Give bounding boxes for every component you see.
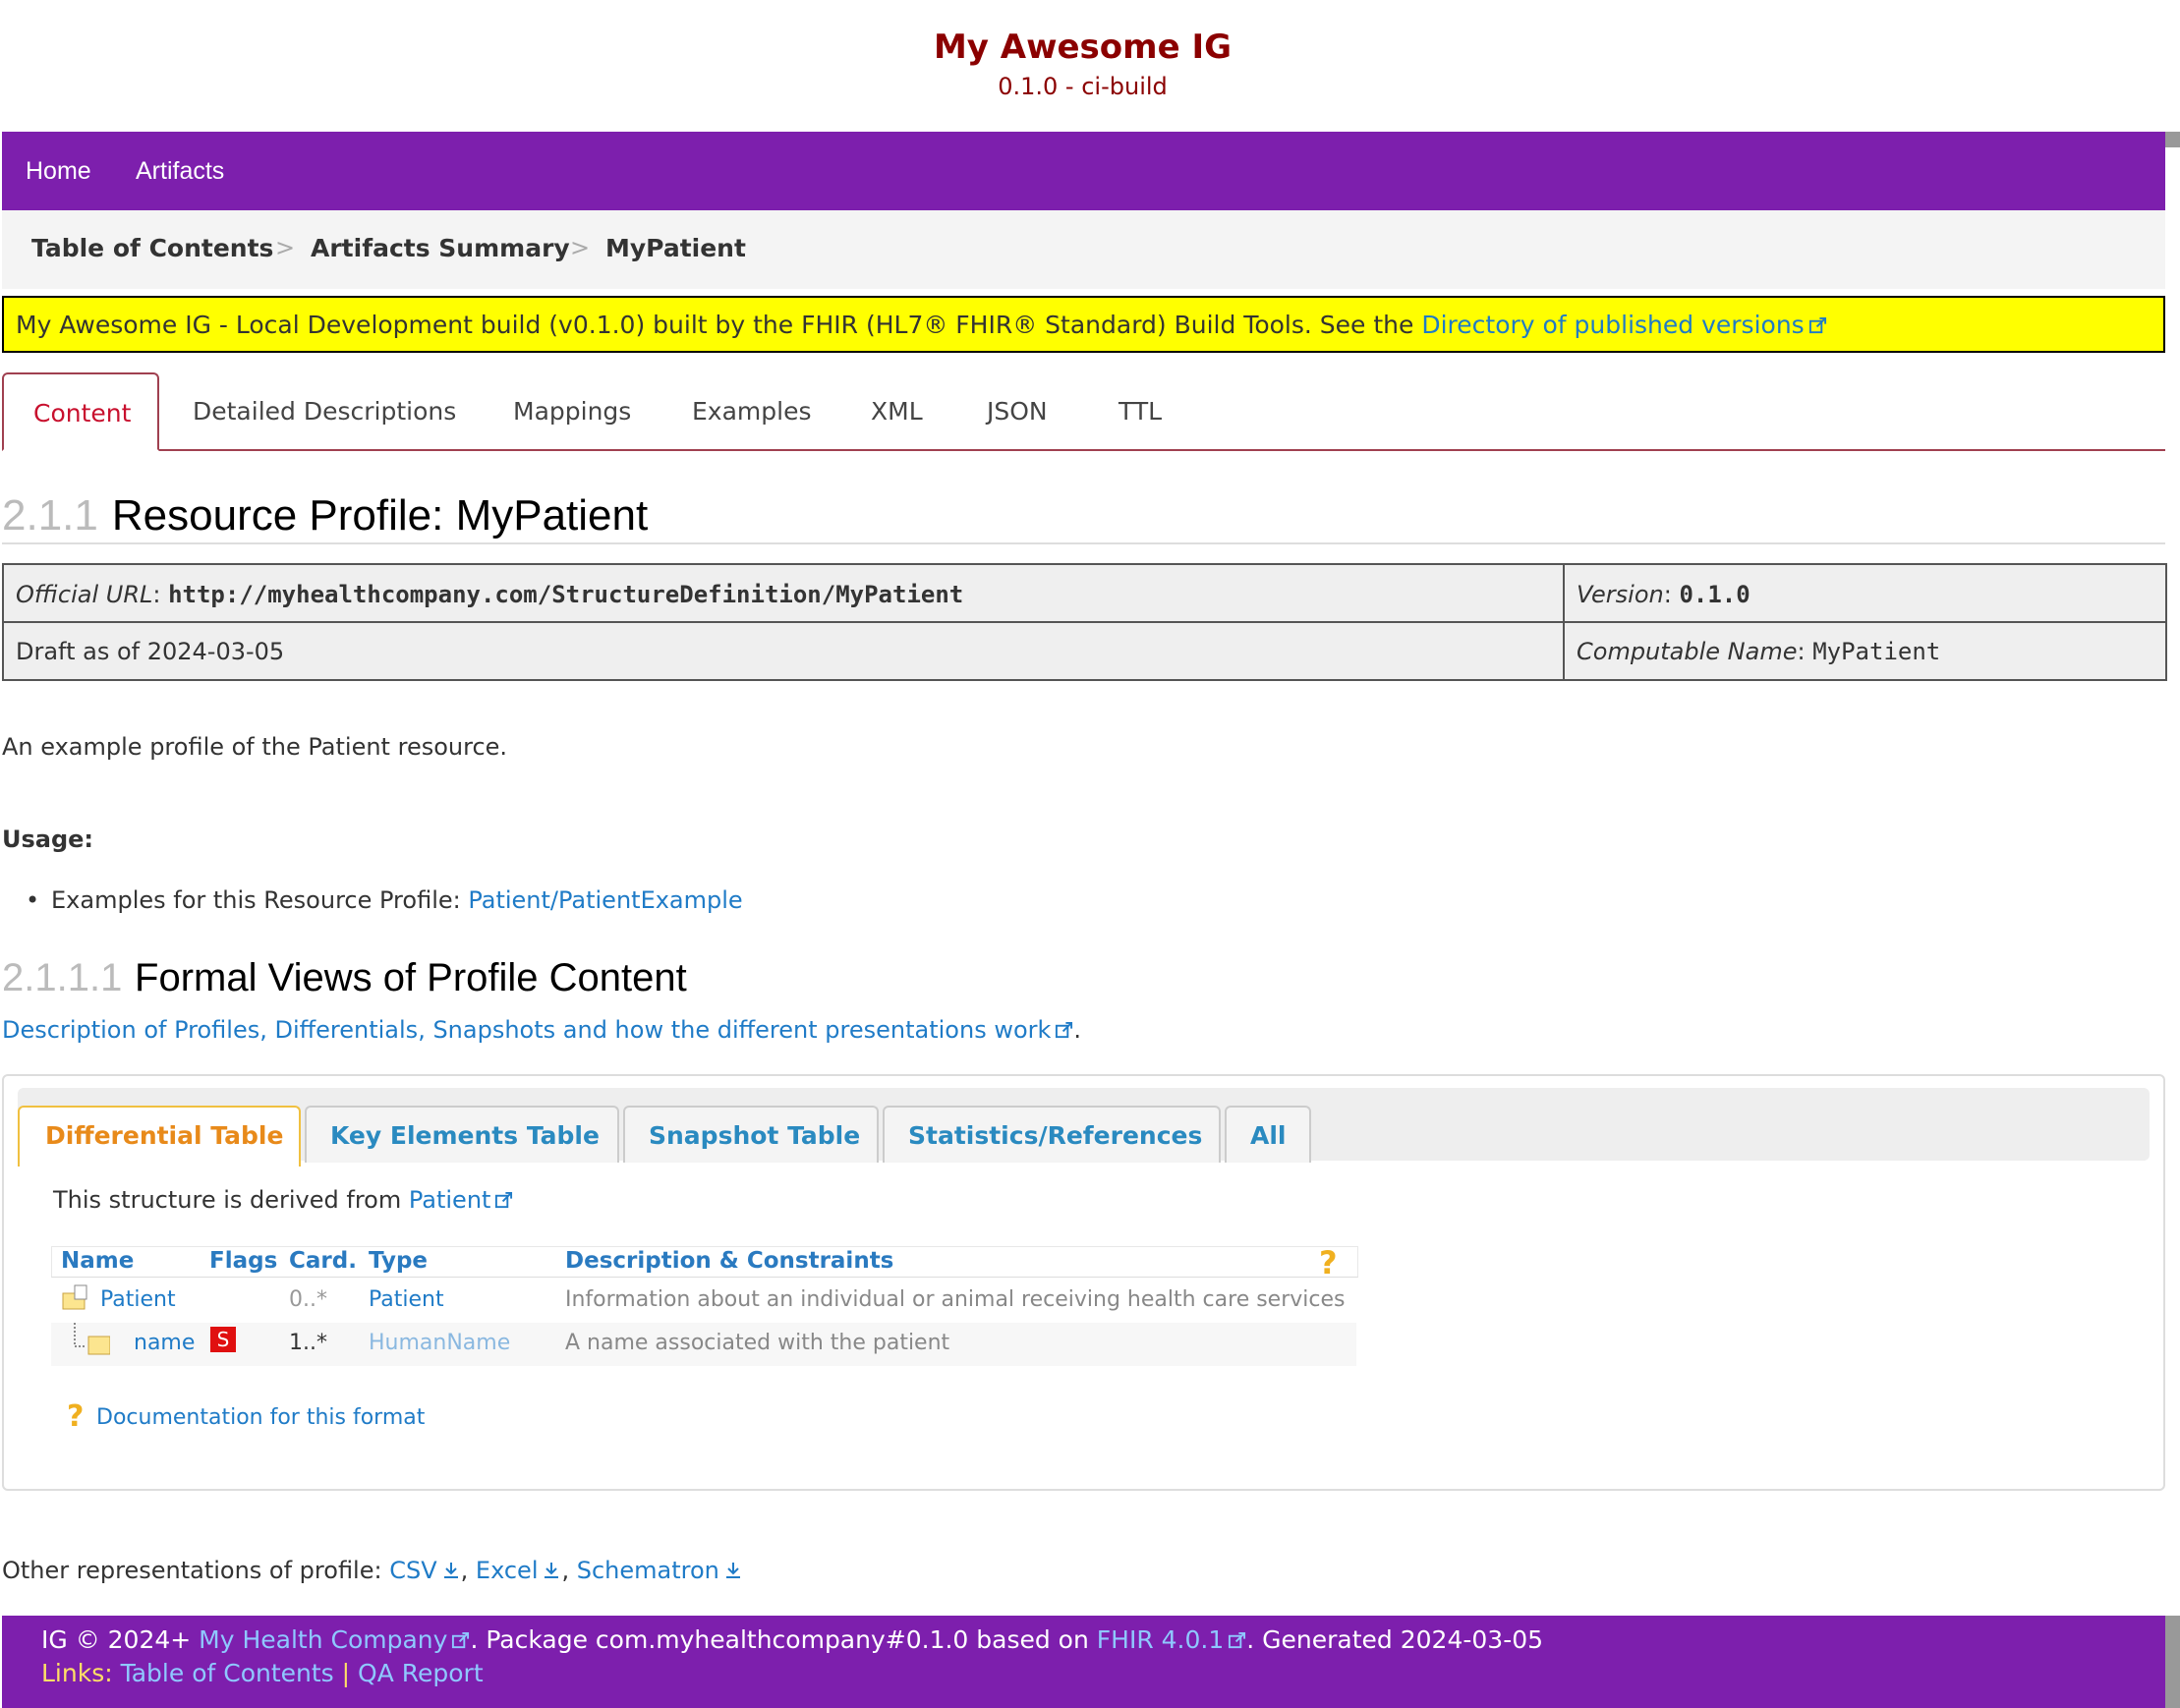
external-link-icon [452, 1631, 470, 1649]
col-description: Description & Constraints [565, 1248, 894, 1274]
formal-views-description: Description of Profiles, Differentials, … [2, 1016, 1082, 1044]
version-value: 0.1.0 [1679, 581, 1750, 608]
patient-example-link[interactable]: Patient/PatientExample [468, 886, 742, 914]
profile-metadata-table: Official URL: http://myhealthcompany.com… [2, 563, 2167, 681]
tab-json[interactable]: JSON [985, 372, 1063, 447]
download-icon [443, 1563, 458, 1578]
schematron-download-link[interactable]: Schematron [577, 1557, 719, 1584]
element-name-link[interactable]: name [134, 1331, 195, 1355]
content-tabs: Content Detailed Descriptions Mappings E… [2, 372, 2165, 451]
site-header: My Awesome IG 0.1.0 - ci-build [0, 0, 2165, 132]
scrollbar[interactable] [2165, 132, 2180, 147]
excel-download-link[interactable]: Excel [476, 1557, 539, 1584]
svg-text:?: ? [67, 1400, 84, 1430]
tab-detailed-descriptions[interactable]: Detailed Descriptions [191, 372, 476, 447]
tab-statistics-references[interactable]: Statistics/References [883, 1106, 1221, 1163]
help-icon: ? [1319, 1246, 1338, 1278]
company-link[interactable]: My Health Company [199, 1625, 447, 1654]
element-description: A name associated with the patient [565, 1331, 950, 1355]
format-documentation: ? Documentation for this format [65, 1400, 425, 1430]
must-support-flag: S [210, 1327, 236, 1352]
section-number: 2.1.1 [2, 491, 98, 540]
top-navbar: Home Artifacts [2, 132, 2165, 210]
nav-artifacts[interactable]: Artifacts [136, 157, 224, 186]
download-icon [725, 1563, 740, 1578]
tab-snapshot-table[interactable]: Snapshot Table [623, 1106, 879, 1163]
footer-toc-link[interactable]: Table of Contents [121, 1659, 334, 1687]
cardinality: 1..* [289, 1331, 327, 1355]
tree-connector-icon [74, 1323, 110, 1355]
official-url-cell: Official URL: http://myhealthcompany.com… [16, 581, 964, 608]
other-representations: Other representations of profile: CSV, E… [2, 1557, 743, 1584]
nav-home[interactable]: Home [26, 157, 91, 186]
footer-line1: IG © 2024+ My Health Company. Package co… [41, 1625, 1544, 1654]
footer-links: Links: Table of Contents | QA Report [41, 1659, 484, 1687]
breadcrumb-separator: > [570, 234, 591, 261]
table-row: name S 1..* HumanName A name associated … [51, 1323, 1356, 1366]
formal-views-tabs: Differential Table Key Elements Table Sn… [18, 1088, 2150, 1167]
svg-text:?: ? [1319, 1246, 1338, 1278]
computable-name-cell: Computable Name: MyPatient [1577, 638, 1941, 665]
profiles-description-link[interactable]: Description of Profiles, Differentials, … [2, 1016, 1051, 1044]
col-type: Type [369, 1248, 429, 1274]
external-link-icon [495, 1191, 513, 1209]
format-documentation-link[interactable]: Documentation for this format [96, 1405, 425, 1430]
type-humanname[interactable]: HumanName [369, 1331, 510, 1355]
resource-folder-icon [62, 1284, 87, 1310]
computable-name: MyPatient [1812, 638, 1941, 665]
banner-text: My Awesome IG - Local Development build … [16, 311, 1422, 339]
col-name: Name [61, 1248, 135, 1274]
base-patient-link[interactable]: Patient [409, 1186, 491, 1214]
status-cell: Draft as of 2024-03-05 [16, 638, 285, 665]
ig-title: My Awesome IG [933, 28, 1233, 67]
tab-differential-table[interactable]: Differential Table [18, 1106, 301, 1167]
breadcrumb: Table of Contents > Artifacts Summary > … [2, 210, 2165, 289]
fhir-version-link[interactable]: FHIR 4.0.1 [1097, 1625, 1224, 1654]
type-patient-link[interactable]: Patient [369, 1287, 444, 1312]
tab-mappings[interactable]: Mappings [511, 372, 639, 447]
page-title: Resource Profile: MyPatient [111, 491, 649, 540]
cardinality: 0..* [289, 1287, 327, 1312]
published-versions-link[interactable]: Directory of published versions [1421, 311, 1804, 339]
differential-table: Name Flags Card. Type Description & Cons… [51, 1246, 1358, 1370]
version-cell: Version: 0.1.0 [1577, 581, 1750, 608]
usage-list-item: • Examples for this Resource Profile: Pat… [26, 886, 743, 914]
tab-content[interactable]: Content [2, 372, 159, 451]
scrollbar[interactable] [2165, 1616, 2180, 1708]
download-icon [545, 1563, 559, 1578]
element-description: Information about an individual or anima… [565, 1287, 1346, 1312]
breadcrumb-artifacts-summary[interactable]: Artifacts Summary [311, 234, 570, 262]
tab-xml[interactable]: XML [869, 372, 928, 447]
breadcrumb-separator: > [275, 234, 296, 261]
usage-heading: Usage: [2, 826, 94, 853]
formal-views-heading: 2.1.1.1 Formal Views of Profile Content [2, 956, 687, 999]
external-link-icon [1056, 1021, 1073, 1039]
tab-key-elements-table[interactable]: Key Elements Table [305, 1106, 619, 1163]
build-banner: My Awesome IG - Local Development build … [2, 296, 2165, 353]
ig-version: 0.1.0 - ci-build [998, 73, 1168, 100]
official-url: http://myhealthcompany.com/StructureDefi… [168, 581, 964, 608]
site-footer: IG © 2024+ My Health Company. Package co… [2, 1616, 2165, 1708]
csv-download-link[interactable]: CSV [389, 1557, 436, 1584]
element-patient-link[interactable]: Patient [100, 1287, 176, 1312]
tab-all[interactable]: All [1225, 1106, 1311, 1163]
profile-description: An example profile of the Patient resour… [2, 733, 508, 761]
tab-examples[interactable]: Examples [690, 372, 828, 447]
external-link-icon [1808, 316, 1826, 334]
col-card: Card. [289, 1248, 357, 1274]
derived-from-text: This structure is derived from Patient [53, 1186, 513, 1214]
help-icon: ? [67, 1400, 84, 1430]
breadcrumb-current: MyPatient [605, 234, 746, 262]
table-row: Patient 0..* Patient Information about a… [51, 1280, 1356, 1323]
profile-heading: 2.1.1 Resource Profile: MyPatient [2, 489, 2165, 544]
footer-qa-report-link[interactable]: QA Report [358, 1659, 484, 1687]
col-flags: Flags [209, 1248, 278, 1274]
breadcrumb-toc[interactable]: Table of Contents [31, 234, 273, 262]
external-link-icon [1229, 1631, 1246, 1649]
tab-ttl[interactable]: TTL [1117, 372, 1176, 447]
